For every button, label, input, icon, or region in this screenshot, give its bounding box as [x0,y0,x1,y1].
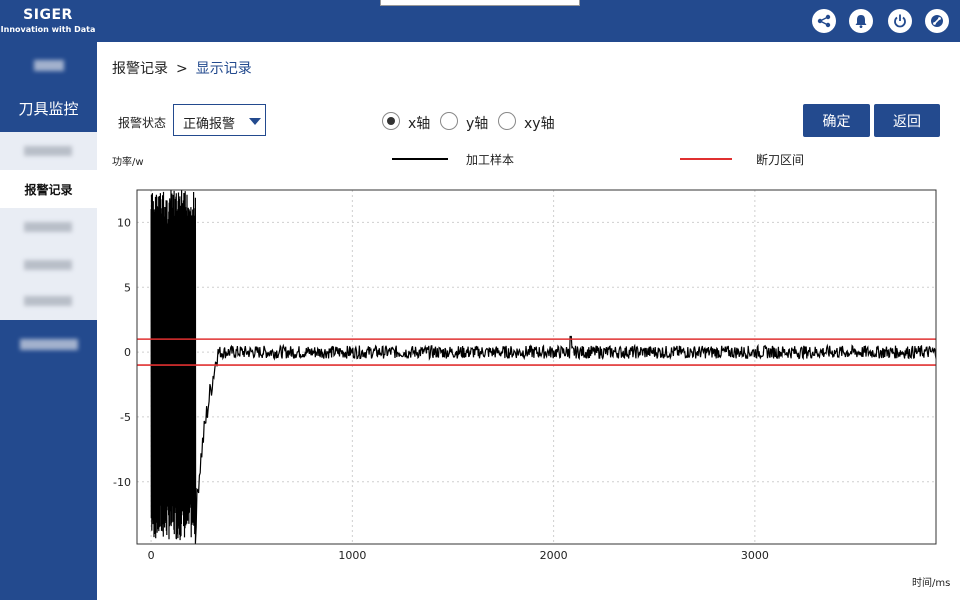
back-button[interactable]: 返回 [874,104,940,137]
sidebar-subitem-blurred[interactable] [0,208,97,246]
sidebar-section-title[interactable]: 刀具监控 [0,98,97,119]
chevron-down-icon [249,118,261,125]
y-tick-label: -10 [113,476,131,489]
legend-swatch-sample [392,158,448,160]
alarm-status-label: 报警状态 [118,116,167,130]
sidebar-subitem-blurred[interactable] [0,282,97,320]
top-bar: SIGER Innovation with Data [0,0,960,42]
plot-frame [136,189,937,545]
power-chart: 0 1000 2000 3000 -10 -5 0 5 10 [113,189,937,562]
legend-label-sample: 加工样本 [466,153,515,167]
sidebar-subitem-alarm-records[interactable]: 报警记录 [0,170,97,208]
brand-tagline: Innovation with Data [0,25,96,34]
y-tick-label: -5 [120,411,131,424]
bell-icon[interactable] [849,9,873,33]
x-tick-label: 1000 [338,549,366,562]
breadcrumb-current: 显示记录 [195,61,252,77]
sidebar-subitem-label: 报警记录 [24,183,73,197]
plot-area [137,190,936,544]
brand-name: SIGER [23,7,73,23]
share-icon[interactable] [812,9,836,33]
blurred-label [24,222,72,232]
link-icon[interactable] [925,9,949,33]
y-tick-label: 10 [117,216,131,229]
blurred-label [24,260,72,270]
radio-xy-axis-label: xy轴 [524,116,555,132]
sidebar-item-blurred[interactable] [34,60,64,71]
sidebar-subitem-blurred[interactable] [0,132,97,170]
legend-label-threshold: 断刀区间 [756,153,805,167]
sidebar-item-blurred[interactable] [20,339,78,350]
confirm-button[interactable]: 确定 [803,104,870,137]
breadcrumb: 报警记录 > 显示记录 [112,58,252,78]
power-icon[interactable] [888,9,912,33]
overlay-window-edge [380,0,580,6]
series-line-sample [150,190,937,545]
chart-x-axis-label: 时间/ms [912,578,951,589]
sidebar-subitem-blurred[interactable] [0,246,97,284]
x-tick-label: 2000 [540,549,568,562]
alarm-status-select[interactable]: 正确报警 [173,104,266,136]
radio-y-axis[interactable] [440,112,458,130]
sidebar: 刀具监控 报警记录 [0,42,97,600]
blurred-label [24,296,72,306]
radio-xy-axis[interactable] [498,112,516,130]
radio-x-axis[interactable] [382,112,400,130]
sidebar-submenu: 报警记录 [0,132,97,320]
breadcrumb-separator: > [176,61,188,77]
radio-y-axis-label: y轴 [466,116,489,132]
radio-x-axis-label: x轴 [408,116,431,132]
legend-swatch-threshold [680,158,732,160]
y-tick-label: 0 [124,346,131,359]
alarm-status-value: 正确报警 [183,117,236,132]
x-tick-label: 3000 [741,549,769,562]
chart-y-axis-label: 功率/w [112,157,144,168]
brand-logo[interactable]: SIGER Innovation with Data [0,0,96,42]
breadcrumb-parent[interactable]: 报警记录 [112,61,168,77]
x-tick-label: 0 [148,549,155,562]
y-tick-label: 5 [124,281,131,294]
blurred-label [24,146,72,156]
